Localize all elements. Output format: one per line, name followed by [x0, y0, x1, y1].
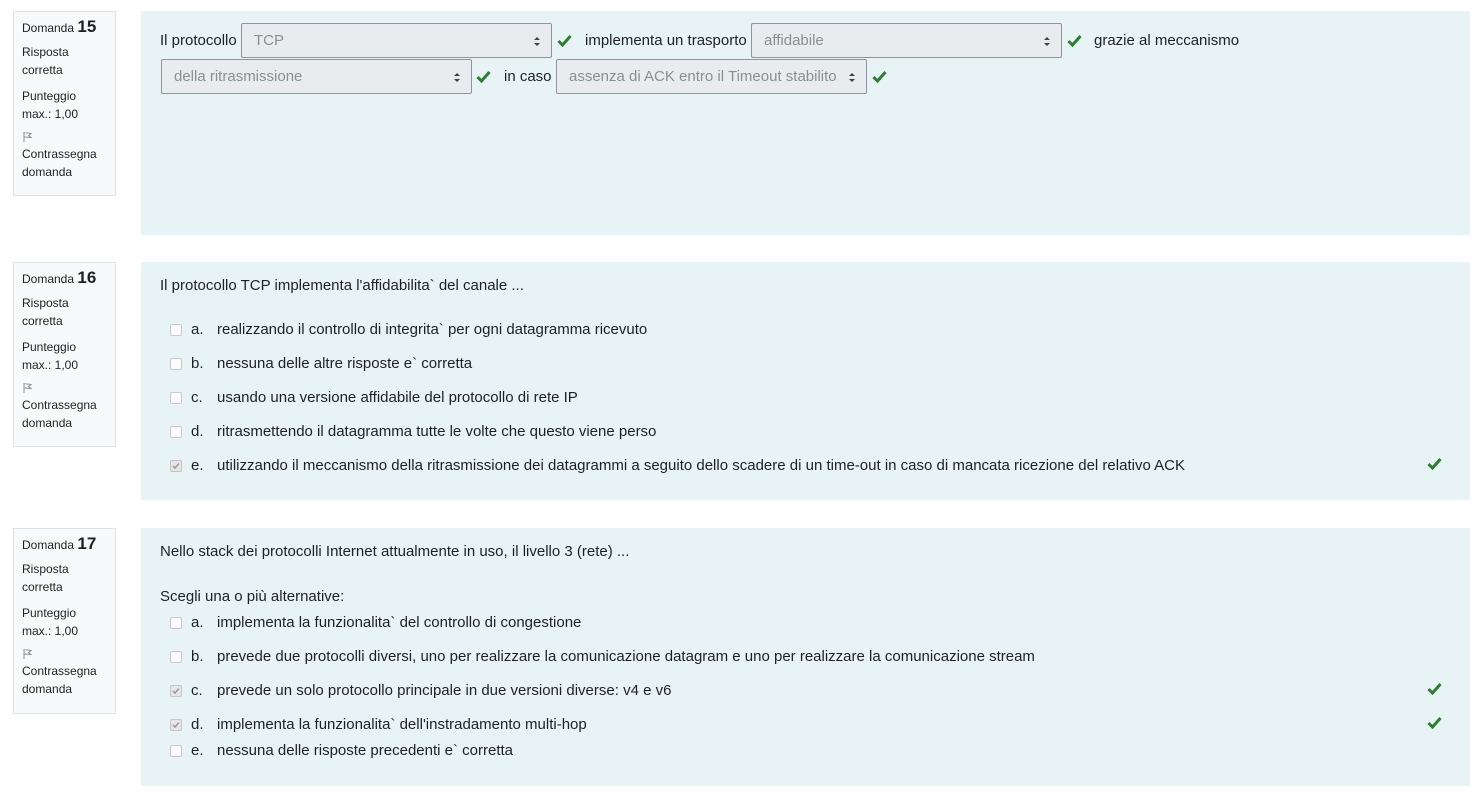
question-text-part: implementa un trasporto [585, 32, 747, 49]
flag-question-label: Contrassegna domanda [22, 398, 97, 430]
option-label: nessuna delle altre risposte e` corretta [217, 355, 473, 372]
question-prefix: Domanda [22, 21, 75, 35]
correct-check-icon [872, 71, 887, 83]
question-content-17: Nello stack dei protocolli Internet attu… [141, 528, 1470, 786]
option-letter: b. [191, 648, 204, 665]
question-info-17: Domanda 17 Risposta corretta Punteggio m… [13, 528, 116, 714]
question-text-part: grazie al meccanismo [1094, 32, 1240, 49]
select-arrows-icon [1044, 37, 1050, 46]
question-number: 16 [77, 268, 97, 287]
select-value: TCP [254, 32, 284, 49]
answer-select-4[interactable]: assenza di ACK entro il Timeout stabilit… [556, 59, 867, 94]
correct-check-icon [1067, 35, 1082, 47]
answer-select-3[interactable]: della ritrasmissione [161, 59, 472, 94]
question-prefix: Domanda [22, 538, 75, 552]
question-state: Risposta corretta [22, 296, 69, 328]
question-number-line: Domanda 17 [22, 535, 107, 554]
select-value: della ritrasmissione [174, 68, 303, 85]
question-grade: Punteggio max.: 1,00 [22, 340, 79, 372]
select-arrows-icon [849, 73, 855, 82]
answer-checkbox[interactable] [170, 392, 182, 404]
answer-checkbox-checked[interactable] [170, 460, 182, 472]
option-label: ritrasmettendo il datagramma tutte le vo… [217, 423, 657, 440]
question-content-16: Il protocollo TCP implementa l'affidabil… [141, 262, 1470, 500]
option-label: prevede un solo protocollo principale in… [217, 682, 672, 699]
question-text: Il protocollo TCP implementa l'affidabil… [160, 277, 524, 294]
question-number-line: Domanda 16 [22, 269, 107, 288]
option-letter: c. [191, 682, 203, 699]
flag-question-label: Contrassegna domanda [22, 147, 97, 179]
option-letter: a. [191, 614, 204, 631]
option-letter: b. [191, 355, 204, 372]
question-text: Nello stack dei protocolli Internet attu… [160, 543, 630, 560]
question-state: Risposta corretta [22, 562, 69, 594]
answer-checkbox[interactable] [170, 324, 182, 336]
checkbox-tick-icon [172, 463, 180, 470]
option-letter: c. [191, 389, 203, 406]
question-text-part: Il protocollo [160, 32, 237, 49]
option-label: usando una versione affidabile del proto… [217, 389, 578, 406]
flag-icon [23, 649, 33, 659]
option-letter: a. [191, 321, 204, 338]
option-label: implementa la funzionalita` dell'instrad… [217, 716, 587, 733]
select-arrows-icon [454, 73, 460, 82]
question-info-16: Domanda 16 Risposta corretta Punteggio m… [13, 262, 116, 447]
option-letter: e. [191, 457, 204, 474]
option-label: prevede due protocolli diversi, uno per … [217, 648, 1035, 665]
checkbox-tick-icon [172, 722, 180, 729]
option-letter: e. [191, 742, 204, 759]
question-prefix: Domanda [22, 272, 75, 286]
question-info-15: Domanda 15 Risposta corretta Punteggio m… [13, 11, 116, 196]
flag-question-link[interactable]: Contrassegna domanda [22, 382, 107, 432]
answer-checkbox[interactable] [170, 617, 182, 629]
select-value: affidabile [764, 32, 824, 49]
correct-check-icon [1427, 717, 1442, 729]
checkbox-tick-icon [172, 688, 180, 695]
question-number: 15 [77, 17, 97, 36]
question-content-15: Il protocollo TCP implementa un trasport… [141, 11, 1470, 235]
option-label: implementa la funzionalita` del controll… [217, 614, 582, 631]
question-text-part: in caso [504, 68, 552, 85]
select-value: assenza di ACK entro il Timeout stabilit… [569, 68, 837, 85]
answer-select-2[interactable]: affidabile [751, 23, 1062, 58]
flag-question-link[interactable]: Contrassegna domanda [22, 648, 107, 698]
answer-select-1[interactable]: TCP [241, 23, 552, 58]
correct-check-icon [1427, 458, 1442, 470]
question-number-line: Domanda 15 [22, 18, 107, 37]
answer-checkbox-checked[interactable] [170, 685, 182, 697]
flag-question-link[interactable]: Contrassegna domanda [22, 131, 107, 181]
question-grade: Punteggio max.: 1,00 [22, 89, 79, 121]
question-grade: Punteggio max.: 1,00 [22, 606, 79, 638]
option-label: nessuna delle risposte precedenti e` cor… [217, 742, 514, 759]
select-arrows-icon [534, 37, 540, 46]
flag-question-label: Contrassegna domanda [22, 664, 97, 696]
correct-check-icon [1427, 683, 1442, 695]
flag-icon [23, 132, 33, 142]
answer-prompt: Scegli una o più alternative: [160, 588, 345, 605]
option-label: realizzando il controllo di integrita` p… [217, 321, 648, 338]
correct-check-icon [476, 71, 491, 83]
option-letter: d. [191, 716, 204, 733]
option-label: utilizzando il meccanismo della ritrasmi… [217, 457, 1185, 474]
answer-checkbox[interactable] [170, 358, 182, 370]
question-number: 17 [77, 534, 97, 553]
correct-check-icon [557, 35, 572, 47]
flag-icon [23, 383, 33, 393]
answer-checkbox[interactable] [170, 745, 182, 757]
question-state: Risposta corretta [22, 45, 69, 77]
answer-checkbox[interactable] [170, 426, 182, 438]
answer-checkbox[interactable] [170, 651, 182, 663]
answer-checkbox-checked[interactable] [170, 719, 182, 731]
option-letter: d. [191, 423, 204, 440]
